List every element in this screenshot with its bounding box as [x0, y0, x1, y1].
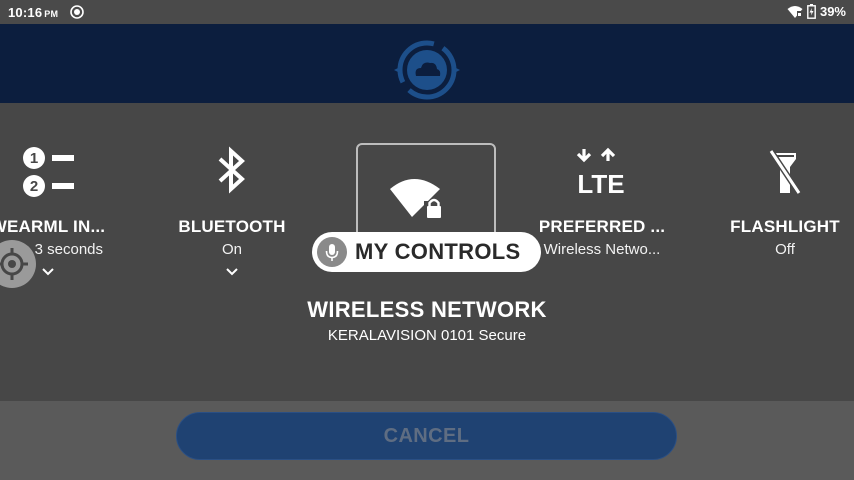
lte-icon: LTE: [576, 147, 625, 199]
tile-flashlight[interactable]: FLASHLIGHT Off: [725, 143, 845, 258]
crosshair-button[interactable]: [0, 240, 36, 288]
chevron-down-icon[interactable]: [41, 267, 55, 277]
microphone-icon: [317, 237, 347, 267]
sync-status-icon: [70, 5, 84, 19]
flashlight-off-icon: [768, 149, 802, 195]
battery-icon: [807, 4, 816, 19]
app-header: [0, 24, 854, 103]
crosshair-icon: [0, 248, 28, 280]
cancel-button[interactable]: CANCEL: [176, 412, 677, 460]
numbered-list-icon: 1 2: [23, 147, 74, 197]
status-bar: 10:16 PM 39%: [0, 0, 854, 24]
tile-subtitle: Wireless Netwo...: [543, 241, 661, 258]
tile-bluetooth[interactable]: BLUETOOTH On: [172, 143, 292, 258]
wifi-lock-icon: [390, 179, 442, 219]
tile-title: FLASHLIGHT: [730, 217, 840, 236]
tile-preferred-network[interactable]: LTE PREFERRED ... Wireless Netwo...: [538, 143, 666, 258]
bluetooth-icon: [218, 146, 245, 194]
chevron-down-icon[interactable]: [225, 267, 239, 277]
voice-hint-pill: MY CONTROLS: [312, 232, 541, 272]
tile-title: WEARML IN...: [0, 217, 106, 236]
voice-hint-label: MY CONTROLS: [355, 239, 521, 264]
clock: 10:16 PM: [8, 5, 59, 20]
tile-title: PREFERRED ...: [538, 217, 666, 236]
svg-text:1: 1: [30, 150, 38, 167]
tile-subtitle: Off: [775, 241, 795, 258]
wifi-status-icon: [787, 5, 803, 18]
selected-tile-title: WIRELESS NETWORK: [307, 297, 547, 322]
tile-subtitle: On: [221, 241, 242, 258]
svg-text:2: 2: [30, 178, 38, 195]
selected-tile-subtitle: KERALAVISION 0101 Secure: [327, 327, 527, 344]
tile-title: BLUETOOTH: [178, 217, 286, 236]
svg-text:LTE: LTE: [577, 169, 624, 199]
cloud-sync-logo-icon: [394, 40, 460, 100]
battery-percent: 39%: [819, 4, 846, 19]
